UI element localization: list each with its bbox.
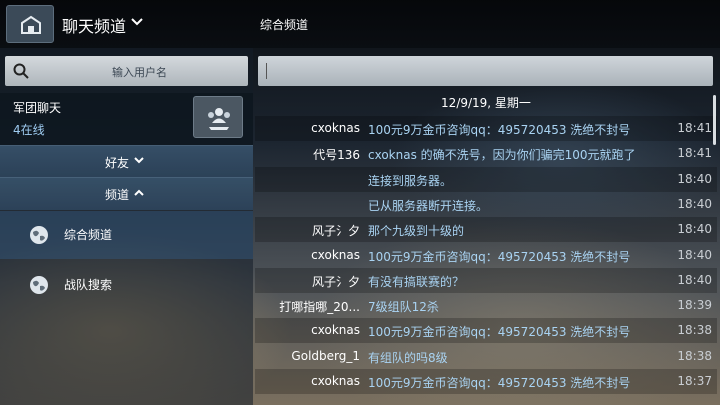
message-text: 100元9万金币咨询qq：495720453 洗绝不封号 [368, 123, 631, 137]
search-input[interactable] [35, 56, 244, 88]
channel-item-team-search[interactable]: 战队搜索 [0, 261, 253, 309]
home-button[interactable] [6, 5, 54, 43]
group-members-button[interactable] [193, 96, 243, 138]
chat-message-row[interactable]: 风子氵夕 那个九级到十级的 18:40 [255, 217, 717, 243]
chat-log[interactable]: 12/9/19, 星期一 cxoknas 100元9万金币咨询qq：4957204… [255, 92, 717, 405]
section-channels[interactable]: 频道 [0, 177, 253, 210]
chat-message-row[interactable]: 已从服务器断开连接。 18:40 [255, 192, 717, 217]
message-text: 已从服务器断开连接。 [368, 198, 489, 213]
date-header: 12/9/19, 星期一 [441, 96, 531, 110]
message-time: 18:40 [677, 196, 712, 211]
search-icon [13, 63, 29, 79]
user-search[interactable] [5, 56, 248, 88]
message-time: 18:39 [677, 298, 712, 313]
message-text: 7级组队12杀 [368, 300, 439, 315]
group-icon [208, 108, 230, 130]
chat-message-row[interactable]: Goldberg_1 有组队的吗8级 18:38 [255, 344, 717, 369]
message-sender[interactable]: cxoknas [311, 323, 360, 337]
message-text: 那个九级到十级的 [368, 224, 465, 239]
message-time: 18:37 [677, 374, 712, 388]
page-title[interactable]: 聊天频道 [62, 13, 126, 37]
channel-item-label: 战队搜索 [64, 278, 113, 292]
home-icon [21, 15, 41, 34]
message-time: 18:41 [677, 146, 712, 161]
current-channel-title: 综合频道 [260, 18, 309, 32]
section-channels-label: 频道 [105, 188, 130, 202]
message-sender[interactable]: Goldberg_1 [291, 349, 360, 363]
message-sender[interactable]: cxoknas [311, 121, 360, 135]
legion-chat-entry[interactable]: 军团聊天 4在线 [0, 93, 253, 145]
message-time: 18:38 [677, 348, 712, 363]
message-input[interactable] [258, 56, 713, 86]
chat-message-row[interactable]: cxoknas 100元9万金币咨询qq：495720453 洗绝不封号 18:38 [255, 318, 717, 344]
section-friends[interactable]: 好友 [0, 145, 253, 178]
online-count: 4在线 [13, 123, 45, 137]
chevron-down-icon[interactable] [131, 18, 143, 26]
chat-message-row[interactable]: cxoknas 100元9万金币咨询qq：495720453 洗绝不封号 18:40 [255, 243, 717, 268]
message-sender[interactable]: cxoknas [311, 248, 360, 262]
chat-message-row[interactable]: 打哪指哪_20... 7级组队12杀 18:39 [255, 293, 717, 318]
chat-message-row[interactable]: 风子氵夕 有没有搞联赛的？ 18:40 [255, 267, 717, 293]
legion-chat-label: 军团聊天 [13, 101, 62, 115]
text-caret [266, 63, 267, 79]
chat-message-row[interactable]: 连接到服务器。 18:40 [255, 166, 717, 192]
globe-icon [30, 226, 48, 244]
section-friends-label: 好友 [105, 156, 130, 170]
chat-scrollbar[interactable] [713, 95, 716, 145]
top-bar: 聊天频道 综合频道 [0, 0, 720, 48]
chat-message-row[interactable]: cxoknas 100元9万金币咨询qq：495720453 洗绝不封号 18:41 [255, 116, 717, 141]
channel-item-label: 综合频道 [64, 228, 113, 242]
message-text: cxoknas 的确不洗号，因为你们骗完100元就跑了 [368, 148, 636, 163]
message-text: 有没有搞联赛的？ [368, 274, 465, 289]
message-text: 100元9万金币咨询qq：495720453 洗绝不封号 [368, 325, 631, 340]
message-sender[interactable]: 风子氵夕 [312, 222, 360, 239]
globe-icon [30, 276, 48, 294]
chevron-up-icon [134, 189, 144, 196]
message-text: 有组队的吗8级 [368, 350, 448, 365]
chat-message-row[interactable]: cxoknas 100元9万金币咨询qq：495720453 洗绝不封号 18:37 [255, 369, 717, 394]
sidebar: 军团聊天 4在线 好友 频道 综合频道 [0, 48, 253, 405]
message-time: 18:41 [677, 121, 712, 135]
chevron-down-icon [134, 157, 144, 164]
channel-item-general[interactable]: 综合频道 [0, 211, 253, 259]
chat-message-row[interactable]: 代号136 cxoknas 的确不洗号，因为你们骗完100元就跑了 18:41 [255, 141, 717, 166]
message-time: 18:40 [677, 272, 712, 287]
message-sender[interactable]: 代号136 [313, 146, 360, 163]
message-time: 18:40 [677, 171, 712, 186]
message-text: 100元9万金币咨询qq：495720453 洗绝不封号 [368, 249, 631, 264]
message-time: 18:40 [677, 247, 712, 262]
message-time: 18:38 [677, 323, 712, 338]
message-time: 18:40 [677, 222, 712, 237]
message-text: 100元9万金币咨询qq：495720453 洗绝不封号 [368, 376, 631, 390]
message-text: 连接到服务器。 [368, 173, 453, 188]
message-sender[interactable]: cxoknas [311, 374, 360, 388]
message-sender[interactable]: 风子氵夕 [312, 273, 360, 290]
message-sender[interactable]: 打哪指哪_20... [279, 298, 360, 315]
